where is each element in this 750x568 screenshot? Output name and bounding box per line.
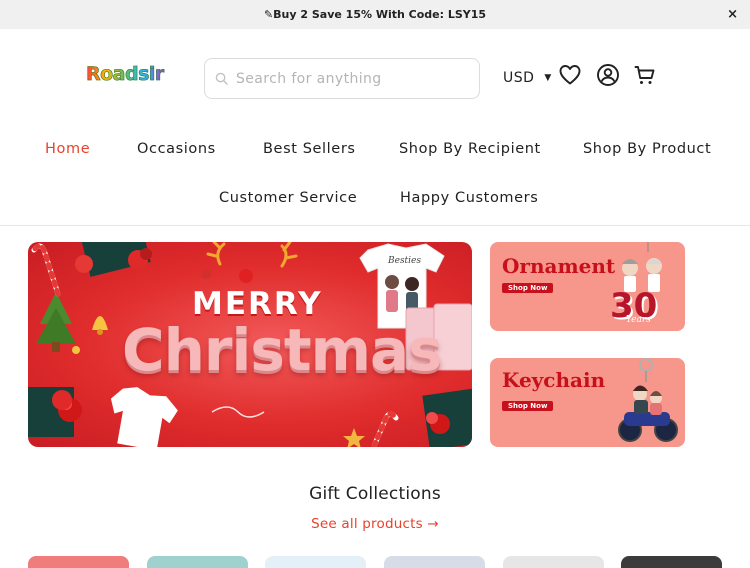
anniversary-badge-sub: Years [626, 315, 651, 325]
see-all-products-link[interactable]: See all products → [0, 516, 750, 532]
collection-tile[interactable] [147, 556, 248, 568]
heart-icon[interactable] [558, 63, 582, 87]
currency-value: USD [503, 70, 535, 86]
collection-tile[interactable] [28, 556, 129, 568]
search-input[interactable] [236, 70, 466, 87]
nav-item-occasions[interactable]: Occasions [137, 141, 216, 157]
cart-icon[interactable] [633, 63, 657, 87]
collection-tile[interactable] [265, 556, 366, 568]
hero-headline-christmas: Christmas [122, 316, 443, 384]
section-title-gift-collections: Gift Collections [309, 484, 441, 504]
keychain-illustration [618, 358, 678, 442]
logo[interactable]: Roadsir [86, 63, 165, 86]
nav-item-shop-by-product[interactable]: Shop By Product [583, 141, 711, 157]
collection-tile[interactable] [621, 556, 722, 568]
announcement-bar: ✎Buy 2 Save 15% With Code: LSY15 × [0, 0, 750, 29]
search-bar[interactable] [204, 58, 480, 99]
chevron-down-icon: ▼ [544, 73, 552, 83]
announcement-text: ✎Buy 2 Save 15% With Code: LSY15 [263, 8, 487, 21]
currency-select[interactable]: USD ▼ [503, 70, 552, 86]
nav-item-happy-customers[interactable]: Happy Customers [400, 190, 538, 206]
promo-banner-ornament[interactable]: Ornament Shop Now 30 Years [490, 242, 685, 331]
shirt-text: Besties [388, 256, 421, 266]
account-icon[interactable] [596, 63, 620, 87]
collection-tile[interactable] [503, 556, 604, 568]
nav-item-home[interactable]: Home [45, 141, 90, 157]
close-icon[interactable]: × [727, 7, 738, 22]
promo-banner-keychain[interactable]: Keychain Shop Now [490, 358, 685, 447]
nav-item-shop-by-recipient[interactable]: Shop By Recipient [399, 141, 541, 157]
collection-tile[interactable] [384, 556, 485, 568]
nav-item-customer-service[interactable]: Customer Service [219, 190, 357, 206]
header-divider [0, 225, 750, 226]
hero-banner-christmas[interactable]: MERRY Christmas Besties [28, 242, 472, 447]
search-icon [215, 72, 228, 85]
nav-item-best-sellers[interactable]: Best Sellers [263, 141, 356, 157]
